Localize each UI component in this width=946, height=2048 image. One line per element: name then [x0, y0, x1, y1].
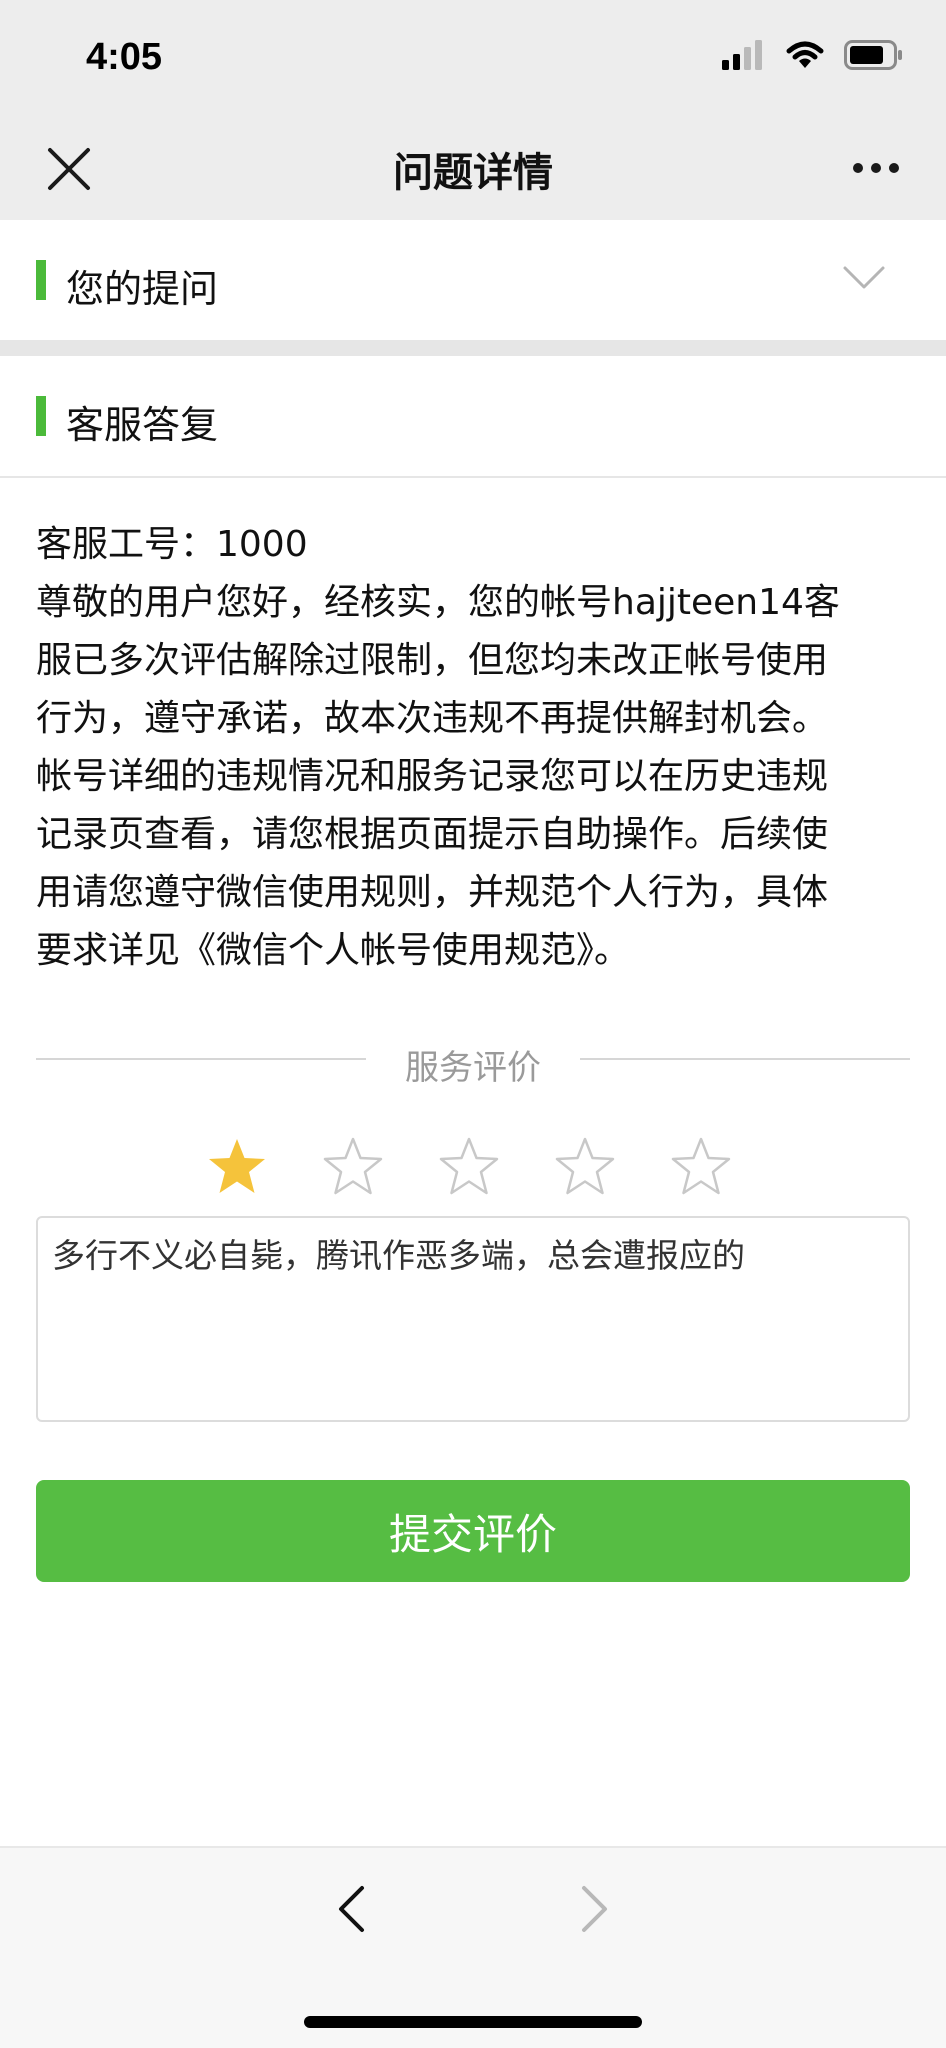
- page-title: 问题详情: [393, 150, 553, 196]
- rating-header: 服务评价: [36, 1040, 910, 1090]
- section-marker: [36, 396, 46, 436]
- answer-line: 服已多次评估解除过限制，但您均未改正帐号使用: [36, 640, 829, 681]
- star-icon-2[interactable]: [322, 1136, 384, 1198]
- answer-section-title: 客服答复: [66, 403, 219, 447]
- answer-line: 客服工号：1000: [36, 524, 308, 565]
- divider: [0, 476, 946, 478]
- star-rating: [206, 1136, 732, 1198]
- home-indicator: [304, 2016, 642, 2028]
- back-arrow-icon[interactable]: [336, 1884, 366, 1934]
- answer-line: 记录页查看，请您根据页面提示自助操作。后续使: [36, 814, 829, 855]
- status-icons: [722, 40, 904, 70]
- comment-input[interactable]: 多行不义必自毙，腾讯作恶多端，总会遭报应的: [36, 1216, 910, 1422]
- status-time: 4:05: [86, 36, 163, 78]
- section-separator: [0, 340, 946, 356]
- chevron-down-icon[interactable]: [842, 264, 886, 292]
- battery-icon: [844, 40, 902, 70]
- answer-line: 尊敬的用户您好，经核实，您的帐号hajjteen14客: [36, 582, 840, 623]
- more-icon[interactable]: [852, 162, 900, 174]
- star-icon-1[interactable]: [206, 1136, 268, 1198]
- submit-rating-button[interactable]: 提交评价: [36, 1480, 910, 1582]
- top-bar: 4:05 问题详情: [0, 0, 946, 220]
- star-icon-4[interactable]: [554, 1136, 616, 1198]
- question-section-title: 您的提问: [66, 267, 219, 311]
- answer-line: 要求详见《微信个人帐号使用规范》。: [36, 930, 631, 971]
- section-marker: [36, 260, 46, 300]
- answer-line: 行为，遵守承诺，故本次违规不再提供解封机会。: [36, 698, 829, 739]
- divider-right: [580, 1058, 910, 1060]
- answer-line: 用请您遵守微信使用规则，并规范个人行为，具体: [36, 872, 829, 913]
- star-icon-3[interactable]: [438, 1136, 500, 1198]
- answer-text: 客服工号：1000 尊敬的用户您好，经核实，您的帐号hajjteen14客 服已…: [36, 516, 912, 980]
- answer-section-header: 客服答复: [0, 356, 946, 476]
- rating-label: 服务评价: [405, 1048, 541, 1088]
- wifi-icon: [786, 41, 824, 68]
- signal-icon: [722, 40, 762, 70]
- question-section-header[interactable]: 您的提问: [0, 220, 946, 340]
- forward-arrow-icon[interactable]: [580, 1884, 610, 1934]
- answer-line: 帐号详细的违规情况和服务记录您可以在历史违规: [36, 756, 829, 797]
- star-icon-5[interactable]: [670, 1136, 732, 1198]
